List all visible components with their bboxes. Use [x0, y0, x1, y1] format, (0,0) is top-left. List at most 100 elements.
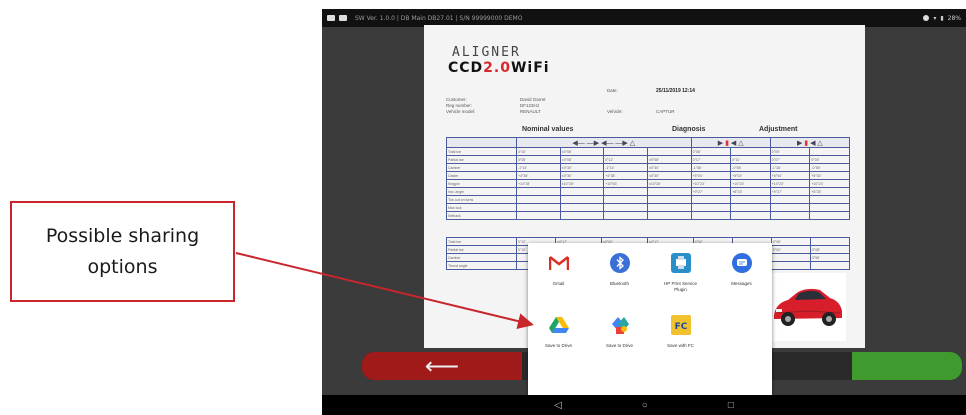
table-cell	[516, 211, 561, 220]
share-option[interactable]: FC Save with FC	[650, 309, 711, 371]
table-cell: -1°36'	[769, 163, 811, 172]
share-option[interactable]: Bluetooth	[589, 247, 650, 309]
vehicle-label: Vehicle:	[607, 109, 623, 114]
car-icon	[768, 273, 846, 341]
row-label: Incl. angle	[446, 187, 517, 196]
drive-icon	[548, 315, 569, 335]
notification-icon	[327, 15, 335, 21]
logo-aligner: ALIGNER	[452, 45, 521, 60]
table-cell	[516, 187, 561, 196]
share-option[interactable]: Save to Drive	[589, 309, 650, 371]
back-button[interactable]: ⟵	[362, 352, 522, 380]
share-dialog: Gmail Bluetooth HP Print Service Plugin Mes…	[528, 243, 772, 395]
row-label: Setback	[446, 211, 517, 220]
app-icon	[339, 15, 347, 21]
table-cell: ±0°30'	[647, 163, 692, 172]
table-cell: +10°23'	[730, 179, 771, 188]
table-row: Kingpin +10°28' ±10°26' +10°53' ±10°26' +10°2…	[446, 179, 850, 188]
table-cell: ±0°08'	[559, 155, 605, 164]
share-option[interactable]: HP Print Service Plugin	[650, 247, 711, 309]
share-option[interactable]: Gmail	[528, 247, 589, 309]
table-cell: +4°38'	[516, 171, 561, 180]
table-cell	[770, 261, 811, 270]
row-label: Total toe	[446, 237, 517, 246]
share-options-grid: Gmail Bluetooth HP Print Service Plugin Mes…	[528, 243, 772, 371]
table-cell: +5°04'	[769, 171, 811, 180]
table-cell: +10°28'	[516, 179, 561, 188]
table-row: Max lock	[446, 203, 850, 212]
table-cell: ±10°26'	[647, 179, 692, 188]
table-cell	[809, 195, 850, 204]
table-cell	[769, 195, 811, 204]
model-value: RENAULT	[520, 109, 541, 114]
table-cell: +8°23'	[730, 187, 771, 196]
table-cell	[603, 203, 649, 212]
nav-home-button[interactable]: ○	[642, 400, 648, 411]
row-label: Camber	[446, 253, 517, 262]
table-cell	[730, 195, 771, 204]
table-cell	[647, 203, 692, 212]
share-option-label: Gmail	[552, 281, 565, 286]
table-cell: +5°04'	[690, 171, 732, 180]
row-label: Total toe	[446, 147, 517, 156]
date-value: 25/11/2019 12:14	[656, 88, 695, 94]
table-cell: +8°23'	[809, 187, 850, 196]
table-cell: +10°23'	[690, 179, 732, 188]
table-row: Caster +4°38' ±0°30' +4°38' ±0°30' +5°04' +5°0…	[446, 171, 850, 180]
nav-back-button[interactable]: ◁	[554, 400, 562, 411]
table-cell	[647, 147, 692, 156]
table-cell	[516, 195, 561, 204]
table-cell	[809, 211, 850, 220]
table-row: Camber -1°14' ±0°30' -1°14' ±0°30' -1°36' -0°5…	[446, 163, 850, 172]
adjustment-icons: ▶ ▮ ◀ △	[769, 137, 851, 148]
table-row: Partial toe 0°05' ±0°08' 0°12' ±0°08' 0°17' 0°…	[446, 155, 850, 164]
table-cell: 0°05'	[516, 155, 561, 164]
status-text: SW Ver. 1.0.0 | DB Main DB27.01 | S/N 99…	[355, 14, 523, 22]
location-icon	[923, 15, 930, 21]
logo-ccd: CCD2.0WiFi	[448, 60, 550, 76]
table-row: Setback	[446, 211, 850, 220]
row-label: Partial toe	[446, 155, 517, 164]
table-cell	[690, 211, 732, 220]
table-cell	[770, 253, 811, 262]
table-cell: -1°14'	[603, 163, 649, 172]
table-cell: +5°02'	[809, 171, 850, 180]
table-cell	[559, 187, 605, 196]
hp-print-icon	[670, 253, 691, 273]
share-option[interactable]: Messages	[711, 247, 772, 309]
nav-recents-button[interactable]: □	[728, 400, 734, 411]
logo-part-c: WiFi	[510, 60, 550, 76]
row-label: Thrust angle	[446, 261, 517, 270]
drive-alt-icon	[610, 315, 630, 335]
share-option-label: HP Print Service Plugin	[664, 281, 697, 292]
report-table-top: ◀— —▶ ◀— —▶ △ ▶ ▮ ◀ △ ▶ ▮ ◀ △ Total toe 0…	[446, 137, 851, 220]
annotation-callout: Possible sharing options	[10, 201, 235, 302]
table-cell: ±0°08'	[559, 147, 605, 156]
share-option-label: Save with FC	[667, 343, 694, 348]
date-label: Date:	[607, 88, 618, 93]
table-cell	[603, 195, 649, 204]
logo-part-a: CCD	[448, 60, 484, 76]
table-cell: -0°55'	[730, 163, 771, 172]
share-option-label: Bluetooth	[609, 281, 629, 286]
battery-icon: ▮	[940, 14, 944, 22]
row-label: Max lock	[446, 203, 517, 212]
table-row: Toe-out on turns	[446, 195, 850, 204]
table-cell: 0°12'	[603, 155, 649, 164]
row-label: Partial toe	[446, 245, 517, 254]
table-cell	[516, 203, 561, 212]
car-image	[768, 273, 846, 341]
diagnosis-icons: ▶ ▮ ◀ △	[690, 137, 771, 148]
table-cell: 0°07'	[769, 155, 811, 164]
back-arrow-icon: ⟵	[424, 352, 460, 380]
row-label: Kingpin	[446, 179, 517, 188]
share-option[interactable]: Save to Drive	[528, 309, 589, 371]
table-cell	[730, 211, 771, 220]
table-cell	[730, 203, 771, 212]
confirm-button[interactable]	[852, 352, 962, 380]
table-cell	[559, 203, 605, 212]
table-cell: +10°23'	[769, 179, 811, 188]
table-cell	[690, 195, 732, 204]
table-cell: 0°08'	[690, 147, 732, 156]
annotation-text: Possible sharing options	[45, 224, 200, 278]
